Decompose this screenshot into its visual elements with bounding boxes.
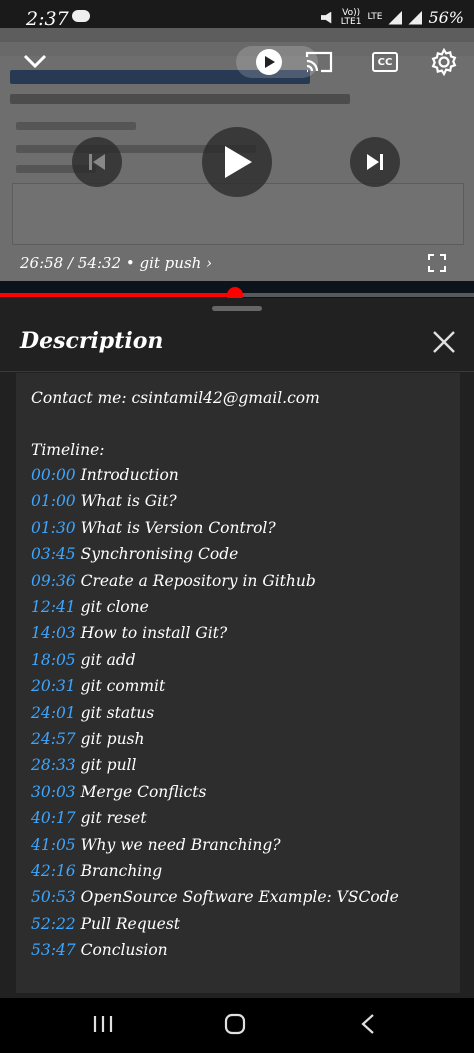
skip-previous-icon[interactable] bbox=[72, 137, 122, 187]
timeline-timestamp[interactable]: 50:53 bbox=[31, 888, 76, 906]
timeline-item: 42:16 Branching bbox=[31, 862, 162, 880]
cc-label: CC bbox=[377, 56, 393, 68]
timeline-timestamp[interactable]: 12:41 bbox=[31, 598, 76, 616]
timeline-label-text: What is Git? bbox=[80, 492, 177, 511]
timeline-item: 03:45 Synchronising Code bbox=[31, 545, 238, 563]
chevron-down-icon[interactable] bbox=[22, 52, 48, 70]
time-display[interactable]: 26:58 / 54:32 • git push › bbox=[20, 254, 212, 272]
timeline-timestamp[interactable]: 03:45 bbox=[31, 545, 76, 563]
fullscreen-icon[interactable] bbox=[428, 254, 446, 272]
play-toggle-icon bbox=[256, 49, 282, 75]
timeline-label-text: git add bbox=[80, 650, 136, 669]
back-icon[interactable] bbox=[353, 1012, 383, 1036]
timeline-timestamp[interactable]: 20:31 bbox=[31, 677, 76, 695]
recents-icon[interactable] bbox=[88, 1012, 118, 1036]
cast-icon[interactable] bbox=[304, 50, 334, 74]
description-sheet: Description Contact me: csintamil42@gmai… bbox=[0, 298, 474, 998]
timeline-item: 00:00 Introduction bbox=[31, 466, 179, 484]
closed-captions-icon[interactable]: CC bbox=[372, 52, 398, 72]
navigation-bar bbox=[0, 998, 474, 1053]
close-icon[interactable] bbox=[430, 328, 458, 356]
timeline-label-text: OpenSource Software Example: VSCode bbox=[80, 888, 399, 907]
timeline-timestamp[interactable]: 42:16 bbox=[31, 862, 76, 880]
cloud-icon bbox=[72, 10, 90, 22]
progress-fill bbox=[0, 293, 235, 297]
timeline-label-text: How to install Git? bbox=[80, 624, 228, 643]
timeline-timestamp[interactable]: 09:36 bbox=[31, 572, 76, 590]
timeline-label: Timeline: bbox=[31, 441, 105, 459]
timeline-item: 40:17 git reset bbox=[31, 809, 147, 827]
timeline-label-text: git status bbox=[80, 703, 155, 722]
play-icon[interactable] bbox=[202, 127, 272, 197]
timeline-item: 52:22 Pull Request bbox=[31, 915, 180, 933]
lte-text: LTE bbox=[367, 12, 383, 22]
signal-icon bbox=[388, 10, 403, 25]
timeline-label-text: Create a Repository in Github bbox=[80, 571, 316, 590]
timeline-label-text: git clone bbox=[80, 598, 149, 616]
timeline-timestamp[interactable]: 53:47 bbox=[31, 941, 76, 959]
timeline-label-text: git pull bbox=[80, 756, 137, 775]
mute-icon bbox=[320, 11, 332, 24]
current-time: 26:58 bbox=[20, 254, 64, 272]
timeline-item: 12:41 git clone bbox=[31, 598, 149, 616]
chapter-chevron-icon: › bbox=[206, 254, 213, 272]
timeline-label-text: Synchronising Code bbox=[80, 545, 239, 564]
timeline-timestamp[interactable]: 41:05 bbox=[31, 836, 76, 854]
timeline-item: 01:00 What is Git? bbox=[31, 492, 177, 510]
timeline-timestamp[interactable]: 52:22 bbox=[31, 915, 76, 933]
timeline-label-text: Branching bbox=[80, 862, 163, 880]
signal-icon-2 bbox=[408, 10, 423, 25]
timeline-timestamp[interactable]: 18:05 bbox=[31, 651, 76, 669]
video-player[interactable]: CC 26:58 / 54:32 • git push › bbox=[0, 0, 474, 298]
timeline-item: 41:05 Why we need Branching? bbox=[31, 836, 281, 854]
timeline-item: 30:03 Merge Conflicts bbox=[31, 783, 206, 801]
timeline-label-text: Why we need Branching? bbox=[80, 835, 281, 854]
timeline-label-text: Pull Request bbox=[80, 914, 180, 933]
timeline-timestamp[interactable]: 24:01 bbox=[31, 704, 76, 722]
home-icon[interactable] bbox=[220, 1012, 250, 1036]
volte-indicator: Vo)) LTE1 bbox=[340, 8, 362, 27]
timeline-item: 50:53 OpenSource Software Example: VSCod… bbox=[31, 888, 399, 906]
gear-icon[interactable] bbox=[430, 48, 458, 76]
timeline-item: 24:57 git push bbox=[31, 730, 145, 748]
timeline-item: 18:05 git add bbox=[31, 651, 136, 669]
timeline-timestamp[interactable]: 30:03 bbox=[31, 783, 76, 801]
status-bar: 2:37 Vo)) LTE1 LTE 56% bbox=[0, 0, 474, 36]
status-time: 2:37 bbox=[26, 8, 69, 30]
lte1-text: LTE1 bbox=[340, 16, 362, 27]
timeline-item: 53:47 Conclusion bbox=[31, 941, 168, 959]
skip-next-icon[interactable] bbox=[350, 137, 400, 187]
timeline-item: 01:30 What is Version Control? bbox=[31, 519, 276, 537]
timeline-label-text: Conclusion bbox=[80, 941, 168, 960]
timeline-timestamp[interactable]: 01:30 bbox=[31, 519, 76, 537]
timeline-item: 09:36 Create a Repository in Github bbox=[31, 572, 316, 590]
contact-text: Contact me: csintamil42@gmail.com bbox=[31, 389, 320, 407]
timeline-label-text: git reset bbox=[80, 809, 147, 828]
description-title: Description bbox=[20, 328, 164, 354]
battery-text: 56% bbox=[428, 8, 464, 27]
timeline-timestamp[interactable]: 40:17 bbox=[31, 809, 76, 827]
chapter-title[interactable]: • git push bbox=[126, 254, 201, 272]
timeline-item: 14:03 How to install Git? bbox=[31, 624, 227, 642]
time-separator: / bbox=[68, 254, 74, 272]
timeline-timestamp[interactable]: 00:00 bbox=[31, 466, 76, 484]
timeline-timestamp[interactable]: 28:33 bbox=[31, 756, 76, 774]
timeline-label-text: git push bbox=[80, 730, 145, 748]
timeline-label-text: Introduction bbox=[80, 466, 179, 484]
timeline-label-text: What is Version Control? bbox=[80, 518, 276, 537]
description-body: Contact me: csintamil42@gmail.com Timeli… bbox=[16, 373, 460, 993]
lte-indicator: LTE bbox=[367, 13, 382, 22]
timeline-item: 20:31 git commit bbox=[31, 677, 165, 695]
drag-handle[interactable] bbox=[212, 306, 262, 311]
timeline-label-text: git commit bbox=[80, 677, 166, 696]
timeline-timestamp[interactable]: 14:03 bbox=[31, 624, 76, 642]
duration: 54:32 bbox=[77, 254, 122, 272]
timeline-label-text: Merge Conflicts bbox=[80, 782, 207, 801]
timeline-timestamp[interactable]: 24:57 bbox=[31, 730, 76, 748]
timeline-item: 28:33 git pull bbox=[31, 756, 136, 774]
timeline-timestamp[interactable]: 01:00 bbox=[31, 492, 76, 510]
status-icons: Vo)) LTE1 LTE 56% bbox=[320, 8, 464, 27]
divider bbox=[0, 371, 474, 372]
timeline-item: 24:01 git status bbox=[31, 704, 154, 722]
